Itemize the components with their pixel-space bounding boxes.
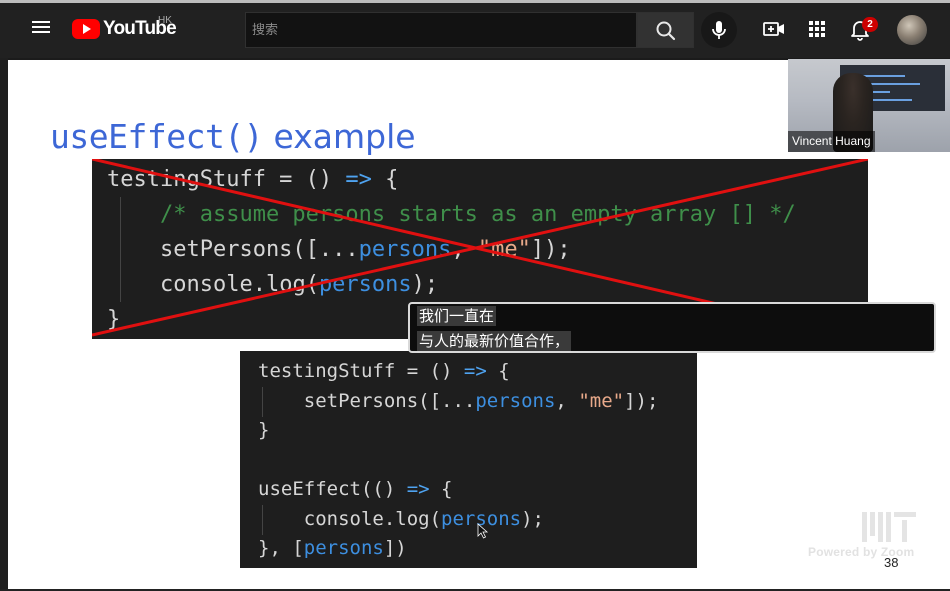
code-token: } xyxy=(258,419,270,441)
code-token: testingStuff = () xyxy=(258,360,464,382)
correct-code-block: testingStuff = () => { setPersons([...pe… xyxy=(240,351,697,568)
speaker-webcam: Vincent Huang xyxy=(788,59,950,152)
youtube-play-icon xyxy=(72,19,100,39)
code-line: useEffect(() => { xyxy=(258,475,697,505)
avatar[interactable] xyxy=(897,15,927,45)
code-token: persons xyxy=(475,389,556,412)
slide-title-code: useEffect() xyxy=(50,117,264,156)
code-token: console.log( xyxy=(258,507,442,530)
slide-title-text: example xyxy=(263,117,416,156)
code-token: useEffect(() xyxy=(258,478,407,500)
code-token: persons xyxy=(318,272,412,297)
search-icon xyxy=(656,21,676,41)
code-line: testingStuff = () => { xyxy=(107,162,868,197)
window-edge xyxy=(0,0,950,3)
code-line: setPersons([...persons, "me"]); xyxy=(107,232,868,267)
apps-grid-icon xyxy=(809,21,825,37)
code-token: => xyxy=(406,478,430,500)
create-video-button[interactable] xyxy=(762,17,786,41)
code-token: ); xyxy=(411,272,439,297)
slide-title: useEffect() example xyxy=(50,117,416,156)
mouse-cursor-icon xyxy=(477,523,489,539)
code-token: /* assume persons starts as an empty arr… xyxy=(107,202,796,227)
hamburger-menu-icon[interactable] xyxy=(28,18,54,40)
microphone-icon xyxy=(712,21,726,39)
code-line: } xyxy=(258,416,697,446)
code-token: , xyxy=(555,389,579,412)
code-token: log( xyxy=(265,272,319,297)
code-token: console. xyxy=(107,272,266,297)
notification-badge: 2 xyxy=(862,17,878,32)
caption-box: 我们一直在 与人的最新价值合作， xyxy=(408,302,936,353)
code-token: "me" xyxy=(578,389,625,412)
code-token: } xyxy=(107,307,121,332)
voice-search-button[interactable] xyxy=(701,12,737,48)
code-token: persons xyxy=(303,537,384,559)
code-token: => xyxy=(463,360,487,382)
code-token: ); xyxy=(521,507,544,530)
indent-guide xyxy=(262,387,263,417)
search-button[interactable] xyxy=(637,12,694,48)
code-token: "me" xyxy=(477,237,531,262)
code-token: { xyxy=(371,167,399,192)
code-line: /* assume persons starts as an empty arr… xyxy=(107,197,868,232)
code-line: setPersons([...persons, "me"]); xyxy=(258,387,697,417)
speaker-name: Vincent Huang xyxy=(788,131,875,152)
slide-page-number: 38 xyxy=(884,555,899,570)
code-token: persons xyxy=(358,237,452,262)
code-token: ]); xyxy=(624,389,659,412)
indent-guide xyxy=(120,197,121,302)
code-token: { xyxy=(429,478,453,500)
apps-button[interactable] xyxy=(805,17,829,41)
code-token: setPersons([... xyxy=(258,389,476,412)
caption-line-2: 与人的最新价值合作， xyxy=(417,331,572,351)
code-token: testingStuff = () xyxy=(107,167,346,192)
code-token: ]) xyxy=(383,537,407,559)
code-token: ]); xyxy=(530,237,571,262)
search-input[interactable] xyxy=(245,12,637,48)
caption-line-1: 我们一直在 xyxy=(417,306,497,326)
mit-logo-icon xyxy=(862,512,916,542)
code-token: => xyxy=(345,167,372,192)
code-token: }, [ xyxy=(258,537,304,559)
code-token: setPersons([... xyxy=(107,237,359,262)
video-camera-plus-icon xyxy=(763,22,784,36)
code-token: { xyxy=(486,360,510,382)
region-code: HK xyxy=(158,15,172,26)
code-token: , xyxy=(451,237,478,262)
code-line: testingStuff = () => { xyxy=(258,357,697,387)
video-left-border xyxy=(0,58,8,591)
code-line: console.log(persons); xyxy=(107,267,868,302)
indent-guide xyxy=(262,505,263,535)
